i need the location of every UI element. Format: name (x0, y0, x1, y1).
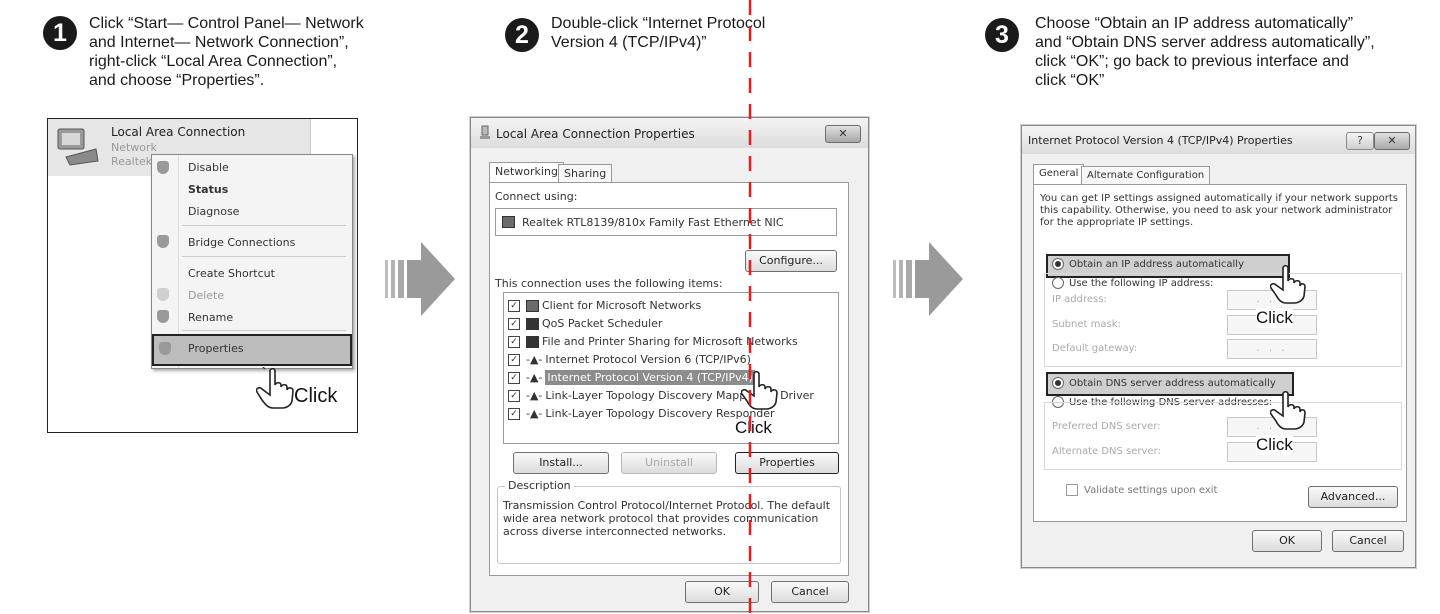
shield-icon (157, 235, 169, 248)
list-item[interactable]: ✓ QoS Packet Scheduler (508, 317, 662, 330)
tab-alternate-configuration[interactable]: Alternate Configuration (1081, 166, 1211, 185)
static-dns-group (1044, 402, 1402, 470)
step-2-number: 2 (505, 18, 539, 52)
hand-cursor-icon (1270, 390, 1306, 430)
shield-icon (157, 288, 169, 301)
step-1-line: and Internet— Network Connection”, (89, 34, 349, 51)
step-1-instructions: Click “Start— Control Panel— Network and… (89, 14, 364, 90)
items-label: This connection uses the following items… (495, 277, 723, 290)
validate-checkbox[interactable]: Validate settings upon exit (1066, 484, 1217, 496)
adapter-box: Realtek RTL8139/810x Family Fast Etherne… (495, 208, 837, 236)
components-list: ✓ Client for Microsoft Networks ✓ QoS Pack… (503, 292, 839, 444)
description-text: Transmission Control Protocol/Internet P… (503, 499, 831, 538)
network-window-icon (480, 125, 490, 139)
step-3-instructions: Choose “Obtain an IP address automatical… (1035, 14, 1375, 90)
window-title: Local Area Connection Properties (496, 127, 695, 141)
help-button[interactable]: ? (1346, 132, 1374, 150)
description-label: Description (505, 479, 574, 492)
menu-item-properties[interactable]: Properties (188, 342, 244, 355)
hand-cursor-icon (256, 367, 294, 409)
step-1-line: and choose “Properties”. (89, 72, 265, 89)
next-step-arrow-icon (385, 242, 455, 316)
lan-properties-window: Local Area Connection Properties ✕ Netwo… (470, 117, 869, 612)
click-label: Click (1256, 435, 1293, 455)
step-2-line: Double-click “Internet Protocol (551, 15, 766, 32)
shield-icon (157, 161, 169, 174)
next-step-arrow-icon (893, 242, 963, 316)
step-3-number: 3 (985, 18, 1019, 52)
connect-using-label: Connect using: (495, 190, 578, 203)
list-item[interactable]: ✓ File and Printer Sharing for Microsoft … (508, 335, 798, 348)
step-1-number: 1 (43, 16, 77, 50)
step-2-line: Version 4 (TCP/IPv4)” (551, 34, 707, 51)
list-item[interactable]: ✓ Client for Microsoft Networks (508, 299, 701, 312)
step-3-line: click “OK”; go back to previous interfac… (1035, 53, 1349, 70)
guide-line (748, 0, 752, 614)
install-button[interactable]: Install... (513, 452, 609, 474)
menu-item-properties-highlight[interactable] (152, 334, 352, 366)
click-label: Click (294, 385, 338, 407)
obtain-dns-radio[interactable]: Obtain DNS server address automatically (1052, 377, 1276, 389)
connection-title: Local Area Connection (111, 125, 246, 139)
menu-item-status[interactable]: Status (188, 183, 228, 196)
tab-sharing[interactable]: Sharing (558, 164, 613, 183)
obtain-ip-radio[interactable]: Obtain an IP address automatically (1052, 258, 1244, 270)
menu-item-rename[interactable]: Rename (188, 311, 233, 324)
configure-button[interactable]: Configure... (745, 250, 837, 272)
menu-item-disable[interactable]: Disable (188, 161, 229, 174)
menu-item-delete: Delete (188, 289, 225, 302)
uninstall-button: Uninstall (621, 452, 717, 474)
tab-general[interactable]: General (1033, 164, 1085, 185)
ip-address-label: IP address: (1052, 294, 1107, 305)
step-1-line: Click “Start— Control Panel— Network (89, 15, 364, 32)
connection-adapter: Realtek (111, 155, 153, 168)
default-gateway-field: . . . (1227, 339, 1317, 359)
list-item[interactable]: ✓ -▲- Internet Protocol Version 6 (TCP/IPv… (508, 353, 751, 366)
menu-item-create-shortcut[interactable]: Create Shortcut (188, 267, 275, 280)
menu-divider (182, 330, 346, 331)
advanced-button[interactable]: Advanced... (1308, 486, 1398, 508)
step-3-line: click “OK” (1035, 72, 1105, 89)
shield-icon (159, 342, 171, 355)
cancel-button[interactable]: Cancel (771, 581, 849, 603)
step-3-line: and “Obtain DNS server address automatic… (1035, 34, 1375, 51)
list-item-ipv4[interactable]: ✓ -▲- Internet Protocol Version 4 (TCP/IPv… (508, 370, 755, 385)
menu-item-bridge[interactable]: Bridge Connections (188, 236, 295, 249)
preferred-dns-label: Preferred DNS server: (1052, 421, 1161, 432)
default-gateway-label: Default gateway: (1052, 343, 1138, 354)
menu-item-diagnose[interactable]: Diagnose (188, 205, 239, 218)
menu-divider (182, 225, 346, 226)
tab-networking[interactable]: Networking (489, 162, 564, 183)
menu-divider (182, 256, 346, 257)
hand-cursor-icon (1270, 264, 1306, 304)
step-3-line: Choose “Obtain an IP address automatical… (1035, 15, 1354, 32)
cancel-button[interactable]: Cancel (1332, 530, 1404, 552)
connection-network: Network (111, 141, 157, 154)
alternate-dns-label: Alternate DNS server: (1052, 446, 1161, 457)
step-1-screenshot: Local Area Connection Network Realtek Di… (47, 118, 358, 433)
subnet-mask-label: Subnet mask: (1052, 319, 1121, 330)
click-label: Click (735, 418, 772, 437)
click-label: Click (1256, 308, 1293, 328)
step-1-line: right-click “Local Area Connection”, (89, 53, 338, 70)
step-2-instructions: Double-click “Internet Protocol Version … (551, 14, 765, 52)
intro-text: You can get IP settings assigned automat… (1040, 193, 1398, 228)
window-title: Internet Protocol Version 4 (TCP/IPv4) P… (1028, 134, 1293, 147)
close-button[interactable]: ✕ (825, 125, 861, 143)
context-menu: Disable Status Diagnose Bridge Connectio… (151, 154, 353, 369)
ipv4-properties-window: Internet Protocol Version 4 (TCP/IPv4) P… (1021, 125, 1416, 568)
adapter-name: Realtek RTL8139/810x Family Fast Etherne… (522, 216, 784, 229)
shield-icon (157, 310, 169, 323)
ok-button[interactable]: OK (1252, 530, 1322, 552)
adapter-icon (502, 216, 515, 228)
close-button[interactable]: ✕ (1374, 132, 1410, 150)
network-adapter-icon (57, 128, 99, 166)
